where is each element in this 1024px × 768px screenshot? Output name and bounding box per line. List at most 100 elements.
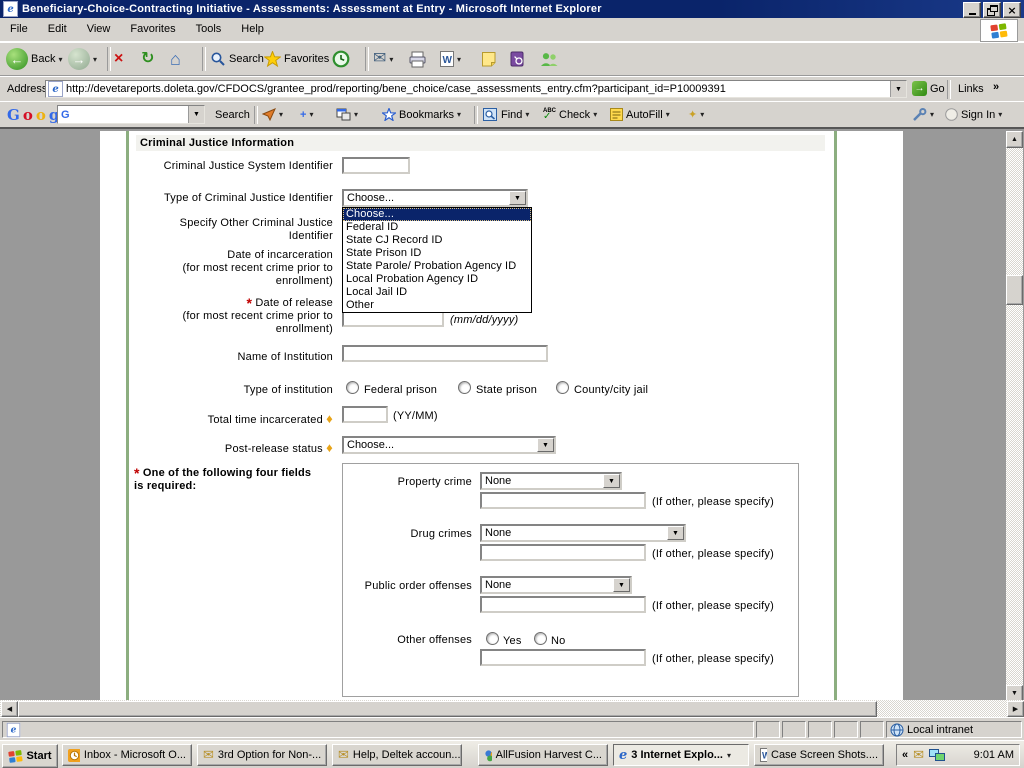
drug-crimes-select[interactable]: None ▼: [480, 524, 686, 542]
dropdown-option[interactable]: State CJ Record ID: [343, 234, 531, 247]
search-button[interactable]: Search: [210, 43, 264, 75]
minimize-button[interactable]: [963, 2, 981, 18]
links-label[interactable]: Links: [958, 83, 984, 95]
back-button[interactable]: ← Back ▾: [6, 43, 62, 75]
post-release-select[interactable]: Choose... ▼: [342, 436, 556, 454]
cj-system-identifier-input[interactable]: [342, 157, 410, 174]
go-button[interactable]: → Go: [912, 81, 945, 96]
edit-with-word-button[interactable]: W ▾: [440, 43, 461, 75]
google-bookmarks-button[interactable]: Bookmarks ▾: [382, 102, 461, 127]
tray-chevron-icon[interactable]: «: [902, 749, 908, 761]
refresh-button[interactable]: ↻: [141, 43, 154, 75]
forward-dropdown-icon[interactable]: ▾: [93, 55, 97, 64]
label-date-release-1: * Date of release: [130, 297, 333, 310]
mail-dropdown-icon[interactable]: ▾: [389, 55, 393, 64]
address-dropdown-button[interactable]: ▼: [890, 81, 906, 97]
address-url[interactable]: http://devetareports.doleta.gov/CFDOCS/g…: [63, 83, 890, 95]
dropdown-option[interactable]: State Parole/ Probation Agency ID: [343, 260, 531, 273]
google-popup-blocker-button[interactable]: ▾: [336, 102, 358, 127]
research-button[interactable]: [510, 43, 525, 75]
select-arrow-icon[interactable]: ▼: [537, 438, 554, 452]
google-find-button[interactable]: Find ▾: [483, 102, 529, 127]
start-button[interactable]: Start: [2, 744, 58, 768]
dropdown-option[interactable]: Federal ID: [343, 221, 531, 234]
tray-mail-icon[interactable]: ✉: [913, 747, 924, 763]
print-button[interactable]: [408, 43, 427, 75]
edit-dropdown-icon[interactable]: ▾: [457, 55, 461, 64]
google-sendto-button[interactable]: ▾: [262, 102, 283, 127]
google-add-button[interactable]: + ▾: [300, 102, 313, 127]
radio-state-prison[interactable]: [458, 381, 471, 394]
diamond-icon: ♦: [326, 411, 333, 426]
radio-other-offenses-yes[interactable]: [486, 632, 499, 645]
history-button[interactable]: [332, 43, 350, 75]
scroll-up-button[interactable]: ▲: [1006, 131, 1023, 148]
menu-view[interactable]: View: [77, 18, 121, 41]
dropdown-option[interactable]: Choose...: [343, 208, 531, 221]
taskbar-item-mail-1[interactable]: ✉ 3rd Option for Non-...: [197, 744, 327, 766]
property-crime-other-input[interactable]: [480, 492, 646, 509]
home-button[interactable]: ⌂: [170, 43, 181, 75]
radio-other-offenses-no[interactable]: [534, 632, 547, 645]
google-search-dropdown[interactable]: ▼: [188, 106, 204, 123]
google-search-input[interactable]: G ▼: [57, 105, 205, 124]
favorites-button[interactable]: Favorites: [264, 43, 329, 75]
stop-button[interactable]: ×: [114, 43, 123, 75]
menu-edit[interactable]: Edit: [38, 18, 77, 41]
dropdown-option[interactable]: Local Jail ID: [343, 286, 531, 299]
menu-file[interactable]: File: [0, 18, 38, 41]
public-order-select[interactable]: None ▼: [480, 576, 632, 594]
taskbar-item-word-doc[interactable]: W Case Screen Shots....: [754, 744, 884, 766]
restore-button[interactable]: [983, 2, 1001, 18]
select-arrow-icon[interactable]: ▼: [667, 526, 684, 540]
close-button[interactable]: ×: [1003, 2, 1021, 18]
taskbar-item-outlook[interactable]: Inbox - Microsoft O...: [62, 744, 192, 766]
name-of-institution-input[interactable]: [342, 345, 548, 362]
label-county-city-jail: County/city jail: [574, 384, 648, 397]
mail-button[interactable]: ✉ ▾: [373, 43, 393, 75]
google-highlight-button[interactable]: ✦ ▾: [688, 102, 704, 127]
menu-help[interactable]: Help: [231, 18, 274, 41]
property-crime-select[interactable]: None ▼: [480, 472, 622, 490]
taskbar-item-allfusion[interactable]: AllFusion Harvest C...: [478, 744, 608, 766]
discuss-button[interactable]: [482, 43, 496, 75]
address-input[interactable]: e http://devetareports.doleta.gov/CFDOCS…: [45, 80, 907, 98]
google-spellcheck-button[interactable]: ABC✓ Check ▾: [543, 102, 597, 127]
scroll-right-button[interactable]: ▶: [1007, 701, 1024, 717]
toolbar-separator: [365, 47, 369, 71]
label-date-incarceration-2: (for most recent crime prior to: [130, 262, 333, 275]
cj-type-select[interactable]: Choose... ▼: [342, 189, 528, 207]
menu-favorites[interactable]: Favorites: [120, 18, 185, 41]
select-arrow-icon[interactable]: ▼: [603, 474, 620, 488]
google-signin-button[interactable]: Sign In ▾: [945, 102, 1002, 127]
scroll-left-button[interactable]: ◀: [1, 701, 18, 717]
dropdown-option[interactable]: Other: [343, 299, 531, 312]
status-pane: [860, 721, 884, 738]
signin-avatar-icon: [945, 108, 958, 121]
vertical-scrollbar[interactable]: ▲ ▼: [1006, 131, 1023, 702]
horizontal-scroll-thumb[interactable]: [18, 701, 877, 717]
back-dropdown-icon[interactable]: ▾: [58, 55, 62, 64]
vertical-scroll-thumb[interactable]: [1006, 275, 1023, 305]
google-autofill-button[interactable]: AutoFill ▾: [610, 102, 670, 127]
google-search-button[interactable]: Search: [215, 102, 250, 127]
google-settings-button[interactable]: ▾: [912, 102, 934, 127]
other-offenses-other-input[interactable]: [480, 649, 646, 666]
select-arrow-icon[interactable]: ▼: [613, 578, 630, 592]
links-chevron-icon[interactable]: »: [993, 81, 999, 93]
radio-county-city-jail[interactable]: [556, 381, 569, 394]
menu-tools[interactable]: Tools: [186, 18, 232, 41]
dropdown-option[interactable]: Local Probation Agency ID: [343, 273, 531, 286]
drug-crimes-other-input[interactable]: [480, 544, 646, 561]
ie-page-icon: e: [7, 722, 21, 736]
taskbar-item-internet-explorer-group[interactable]: e 3 Internet Explo... ▾: [613, 744, 749, 766]
horizontal-scrollbar[interactable]: ◀ ▶: [0, 700, 1024, 717]
public-order-other-input[interactable]: [480, 596, 646, 613]
dropdown-option[interactable]: State Prison ID: [343, 247, 531, 260]
select-arrow-icon[interactable]: ▼: [509, 191, 526, 205]
taskbar-item-mail-2[interactable]: ✉ Help, Deltek accoun...: [332, 744, 462, 766]
forward-button[interactable]: → ▾: [68, 43, 97, 75]
messenger-button[interactable]: [540, 43, 559, 75]
total-time-input[interactable]: [342, 406, 388, 423]
radio-federal-prison[interactable]: [346, 381, 359, 394]
